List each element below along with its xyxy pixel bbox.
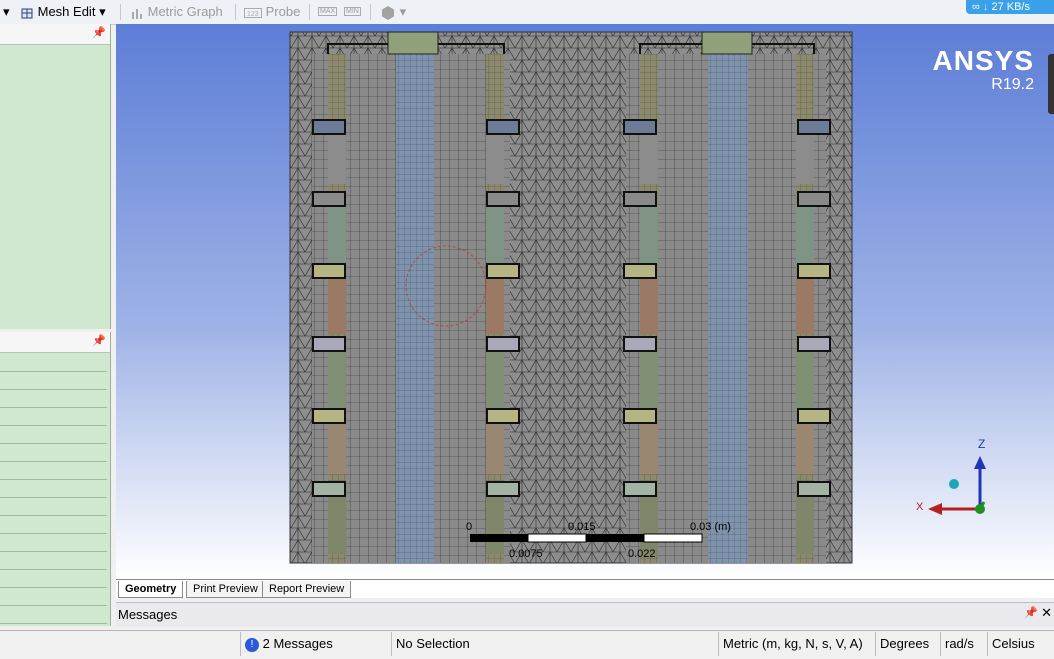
max-button[interactable]: MAX: [318, 3, 338, 21]
details-row[interactable]: [0, 462, 107, 480]
details-row[interactable]: [0, 426, 107, 444]
triad-z-label: Z: [978, 437, 985, 451]
details-row[interactable]: [0, 408, 107, 426]
tab-geometry[interactable]: Geometry: [118, 581, 184, 598]
svg-text:123: 123: [247, 11, 259, 18]
ansys-brand: ANSYS: [932, 45, 1034, 76]
min-button[interactable]: MIN: [344, 3, 361, 21]
messages-status[interactable]: ! 2 Messages: [240, 632, 391, 656]
messages-count: 2 Messages: [262, 636, 333, 651]
graphics-viewport[interactable]: 0 0.015 0.03 (m) 0.0075 0.022 Z X ANSYS …: [116, 24, 1054, 579]
messages-title: Messages: [118, 607, 178, 622]
pin-icon[interactable]: 📌: [92, 26, 106, 39]
details-row[interactable]: [0, 552, 107, 570]
details-row[interactable]: [0, 354, 107, 372]
network-speed: 27 KB/s: [991, 1, 1030, 13]
mesh-edit-label: Mesh Edit: [37, 4, 96, 19]
view-tabs: Geometry Print Preview Report Preview: [116, 579, 1054, 598]
message-bubble-icon: !: [245, 637, 259, 652]
details-row[interactable]: [0, 570, 107, 588]
mesh-view[interactable]: 0 0.015 0.03 (m) 0.0075 0.022 Z X: [116, 24, 1054, 579]
status-bar: ! 2 Messages No Selection Metric (m, kg,…: [0, 630, 1054, 659]
ansys-version: R19.2: [991, 76, 1034, 93]
tab-print-preview[interactable]: Print Preview: [186, 581, 265, 598]
network-speed-widget: ∞ ↓ 27 KB/s: [966, 0, 1054, 14]
details-row[interactable]: [0, 516, 107, 534]
details-panel: 📌: [0, 332, 111, 626]
mesh-edit-button[interactable]: Mesh Edit ▾: [20, 3, 106, 21]
chevron-down-icon: ▾: [399, 4, 407, 19]
hexagon-icon: [382, 5, 394, 20]
probe-icon: 123: [244, 7, 262, 18]
probe-label: Probe: [265, 4, 301, 19]
triad-x-label: X: [916, 501, 924, 513]
messages-panel: Messages 📌 ✕: [116, 602, 1054, 627]
chevron-down-icon: ▾: [99, 4, 106, 19]
download-arrow-icon: ↓: [982, 1, 989, 13]
details-row[interactable]: [0, 390, 107, 408]
scale-label-0: 0: [466, 521, 472, 533]
details-row[interactable]: [0, 534, 107, 552]
probe-button[interactable]: 123 Probe: [244, 3, 300, 21]
metric-graph-button[interactable]: Metric Graph: [130, 3, 223, 21]
details-row[interactable]: [0, 606, 107, 624]
infinity-icon: ∞: [972, 1, 980, 13]
temperature-unit-status[interactable]: Celsius: [987, 632, 1052, 656]
pin-icon[interactable]: 📌: [1024, 606, 1038, 619]
details-row[interactable]: [0, 588, 107, 606]
display-style-button[interactable]: ▾: [380, 3, 406, 21]
details-panel-header: 📌: [0, 332, 110, 353]
scale-label-0075: 0.0075: [509, 548, 543, 560]
details-row[interactable]: [0, 444, 107, 462]
right-column: [623, 31, 831, 563]
side-scroll-handle[interactable]: [1048, 54, 1054, 114]
mesh-edit-icon: [21, 8, 33, 19]
toolbar: ▾ Mesh Edit ▾ Metric Graph 123 Probe MAX…: [0, 0, 1054, 25]
ansys-logo: ANSYS R19.2: [933, 46, 1034, 94]
left-column: [312, 31, 520, 563]
metric-graph-icon: [132, 8, 142, 19]
outline-panel: 📌: [0, 24, 111, 329]
angular-velocity-unit-status[interactable]: rad/s: [940, 632, 987, 656]
details-row[interactable]: [0, 480, 107, 498]
scale-label-03: 0.03 (m): [690, 521, 731, 533]
tab-report-preview[interactable]: Report Preview: [262, 581, 352, 598]
details-row[interactable]: [0, 372, 107, 390]
max-label: MAX: [318, 7, 338, 16]
unit-system-status[interactable]: Metric (m, kg, N, s, V, A): [718, 632, 875, 656]
scale-label-022: 0.022: [628, 548, 656, 560]
angle-unit-status[interactable]: Degrees: [875, 632, 940, 656]
close-icon[interactable]: ✕: [1041, 605, 1052, 621]
scale-label-015: 0.015: [568, 521, 596, 533]
details-row[interactable]: [0, 498, 107, 516]
metric-graph-label: Metric Graph: [147, 4, 223, 19]
axis-triad[interactable]: Z X: [916, 437, 986, 515]
selection-status: No Selection: [391, 632, 719, 656]
toolbar-dropdown-arrow[interactable]: ▾: [3, 3, 10, 21]
pin-icon[interactable]: 📌: [92, 334, 106, 347]
min-label: MIN: [344, 7, 361, 16]
outline-panel-header: 📌: [0, 24, 110, 45]
